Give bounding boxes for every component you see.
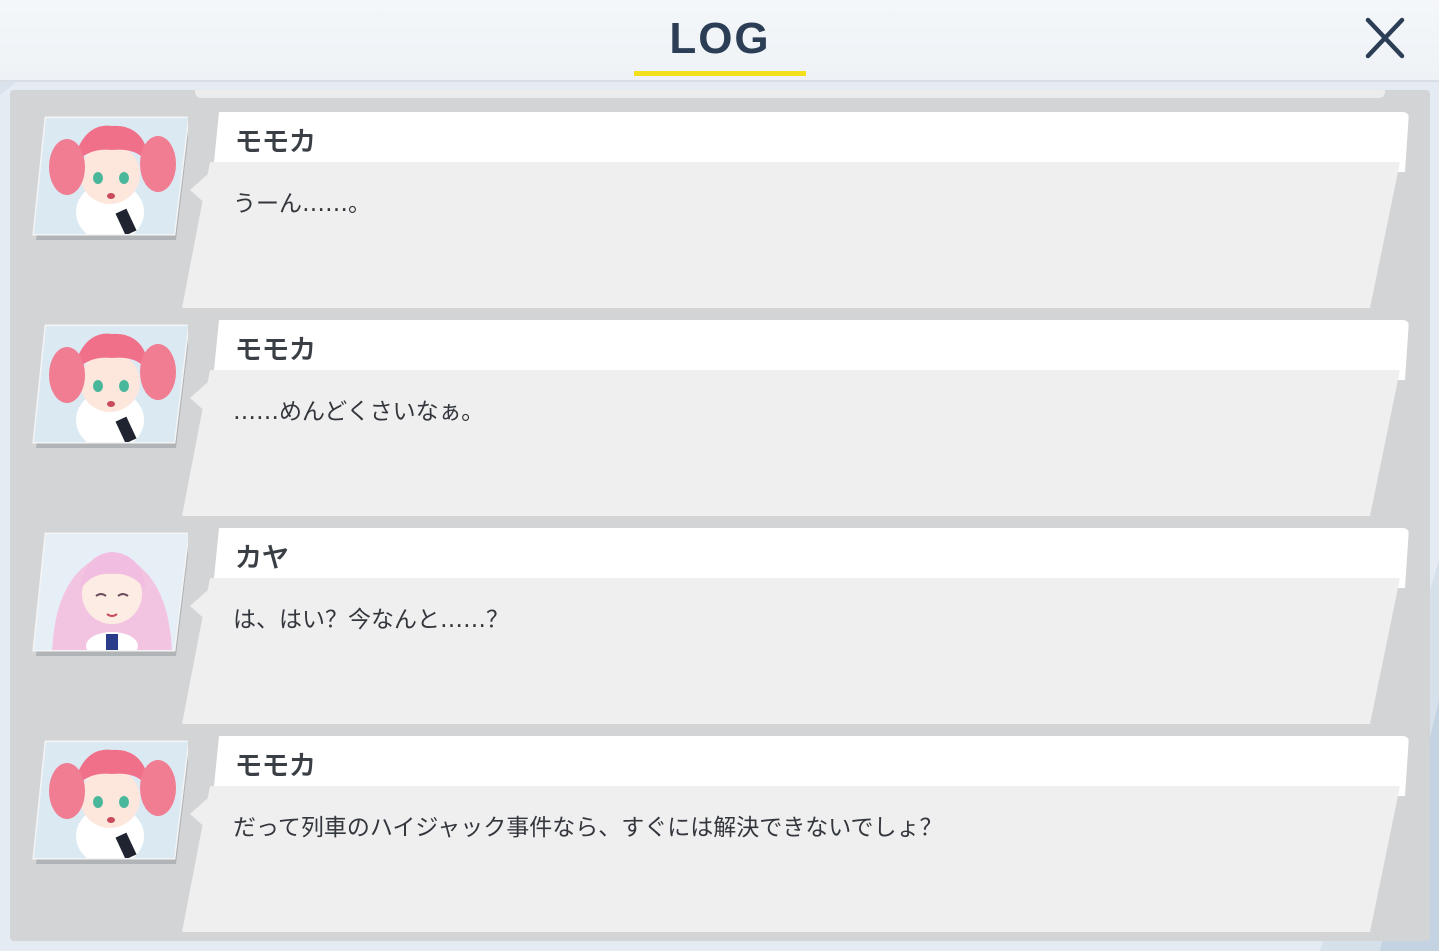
- momoka-portrait: [32, 324, 188, 448]
- message-tail: [190, 382, 208, 414]
- message-text: だって列車のハイジャック事件なら、すぐには解決できないでしょ？: [233, 815, 943, 841]
- speaker-name: モモカ: [235, 335, 316, 366]
- title-underline: [634, 71, 806, 76]
- kaya-portrait: [32, 532, 188, 656]
- previous-entry-edge: [195, 90, 1385, 98]
- log-header: LOG: [0, 0, 1439, 82]
- message-text: うーん……。: [233, 191, 371, 217]
- log-list[interactable]: モモカ うーん……。 モモカ ……めんどくさいなぁ。 カヤ は、はい？今なんと……: [10, 90, 1430, 941]
- message-tail: [190, 590, 208, 622]
- speaker-name: カヤ: [235, 543, 289, 574]
- log-entry: モモカ だって列車のハイジャック事件なら、すぐには解決できないでしょ？: [10, 736, 1430, 936]
- speaker-name: モモカ: [235, 751, 316, 782]
- close-button[interactable]: [1358, 12, 1412, 66]
- message-text: ……めんどくさいなぁ。: [233, 399, 485, 425]
- message-tail: [190, 174, 208, 206]
- message-tail: [190, 798, 208, 830]
- page-title: LOG: [669, 14, 771, 63]
- momoka-portrait: [32, 116, 188, 240]
- close-icon: [1365, 17, 1405, 59]
- log-entry: モモカ うーん……。: [10, 112, 1430, 312]
- log-entry: モモカ ……めんどくさいなぁ。: [10, 320, 1430, 520]
- momoka-portrait: [32, 740, 188, 864]
- log-entry: カヤ は、はい？今なんと……？: [10, 528, 1430, 728]
- message-text: は、はい？今なんと……？: [233, 607, 509, 633]
- speaker-name: モモカ: [235, 127, 316, 158]
